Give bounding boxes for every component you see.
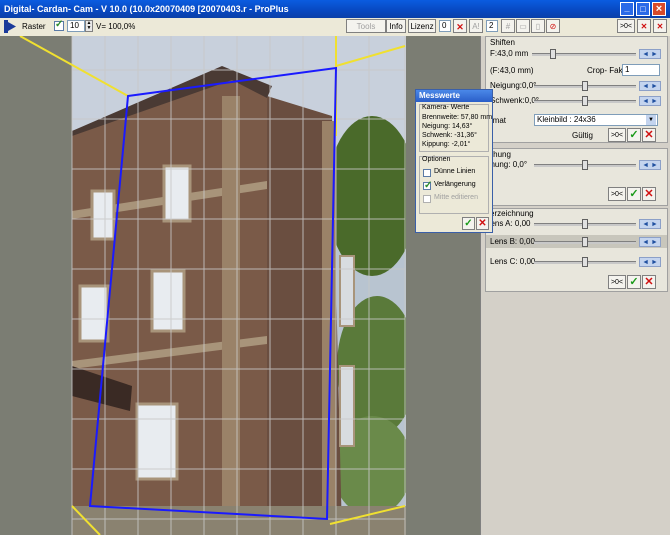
neigung-arrows[interactable]: ◄ ► [639, 81, 661, 91]
minimize-button[interactable]: _ [620, 2, 634, 16]
app-logo-icon [4, 20, 16, 33]
raster-value-input[interactable]: 10 [67, 20, 85, 32]
lens-a-arrows[interactable]: ◄ ► [639, 219, 661, 229]
messwerte-ok-icon[interactable]: ✓ [462, 217, 475, 230]
verlaengerung-label: Verlängerung [434, 181, 476, 188]
verzeichnung-reset-button[interactable]: >0< [608, 275, 626, 289]
drehung-slider[interactable] [534, 160, 636, 170]
verlaengerung-checkbox[interactable] [423, 180, 432, 191]
messwerte-title[interactable]: Messwerte [416, 90, 492, 102]
shiften-panel: Shiften F:43,0 mm ◄ ► (F:43,0 mm) Crop- … [485, 36, 668, 143]
yellow-guide-top-left [19, 36, 129, 97]
shiften-ok-icon[interactable]: ✓ [627, 128, 641, 142]
chevron-down-icon[interactable]: ▼ [646, 115, 656, 125]
f-slider[interactable] [532, 49, 636, 59]
kamera-werte-label: Kamera- Werte [422, 104, 470, 111]
lens-c-arrows[interactable]: ◄ ► [639, 257, 661, 267]
shiften-reset-button[interactable]: >0< [608, 128, 626, 142]
lizenz-button[interactable]: Lizenz [408, 19, 436, 33]
ab-icon[interactable]: A! [469, 19, 483, 33]
format-select[interactable]: Kleinbild : 24x36 [534, 114, 658, 126]
right-panel: Shiften F:43,0 mm ◄ ► (F:43,0 mm) Crop- … [480, 36, 670, 535]
window-controls: _ □ × [620, 2, 668, 16]
schwenk-value: Schwenk: -31,36° [422, 132, 477, 139]
raster-spinner[interactable]: ▲ ▼ [85, 20, 93, 32]
info-button[interactable]: Info [386, 19, 406, 33]
optionen-label: Optionen [422, 156, 451, 163]
duenne-linien-label: Dünne Linien [434, 168, 476, 175]
raster-grid-overlay [19, 36, 406, 535]
crop-factor-input[interactable]: 1 [622, 64, 660, 76]
lens-b-arrows[interactable]: ◄ ► [639, 237, 661, 247]
mitte-editieren-label: Mitte editieren [434, 194, 478, 201]
marker-icon[interactable]: ▯ [531, 19, 545, 33]
neigung-label: Neigung:0,0° [490, 81, 537, 90]
raster-checkbox[interactable] [54, 19, 64, 31]
reset-all-button[interactable]: >0< [617, 19, 635, 33]
perspective-frame [88, 66, 338, 521]
title-bar: Digital- Cardan- Cam - V 10.0 (10.0x2007… [0, 0, 670, 18]
zoom-label: V= 100,0% [96, 22, 136, 31]
drehung-panel: rehung ehung: 0,0° ◄ ► >0< ✓ ✕ [485, 148, 668, 206]
mitte-editieren-checkbox[interactable] [423, 195, 431, 203]
yellow-guide-top-right [335, 45, 406, 67]
verzeichnung-cancel-icon[interactable]: ✕ [642, 275, 656, 289]
lens-a-slider[interactable] [534, 219, 636, 229]
lens-c-label: Lens C: 0,00 [490, 257, 536, 266]
f-paren-label: (F:43,0 mm) [490, 66, 534, 75]
verzeichnung-panel: verzeichnung Lens A: 0,00 ◄ ► Lens B: 0,… [485, 208, 668, 292]
shiften-cancel-icon[interactable]: ✕ [642, 128, 656, 142]
messwerte-cancel-icon[interactable]: ✕ [476, 217, 489, 230]
verzeichnung-ok-icon[interactable]: ✓ [627, 275, 641, 289]
grid-icon[interactable]: # [501, 19, 515, 33]
cancel-x-icon[interactable]: ✕ [637, 19, 651, 33]
yellow-guide-bottom-left [71, 505, 101, 535]
neigung-slider[interactable] [534, 81, 636, 91]
yellow-guide-bottom-right [329, 505, 406, 525]
duenne-linien-checkbox[interactable] [423, 169, 431, 177]
neigung-value: Neigung: 14,63° [422, 123, 473, 130]
optionen-group: Optionen Dünne Linien Verlängerung Mitte… [419, 156, 489, 214]
schwenk-label: Schwenk:0,0° [490, 96, 540, 105]
brennweite-value: Brennweite: 57,80 mm [422, 114, 493, 121]
f-arrows[interactable]: ◄ ► [639, 49, 661, 59]
drehung-ok-icon[interactable]: ✓ [627, 187, 641, 201]
raster-label: Raster [22, 22, 46, 31]
tools-button[interactable]: Tools aben [346, 19, 386, 45]
counter-b-input[interactable]: 2 [486, 20, 498, 32]
verzeichnung-title: verzeichnung [486, 209, 534, 218]
delete-point-icon[interactable]: ✕ [453, 19, 467, 33]
kippung-value: Kippung: -2,01° [422, 141, 471, 148]
image-viewport[interactable] [0, 36, 480, 535]
lens-b-label: Lens B: 0,00 [490, 237, 535, 246]
f-label: F:43,0 mm [490, 49, 529, 58]
gueltig-label: Gültig [572, 131, 593, 140]
lens-b-slider[interactable] [534, 237, 636, 247]
maximize-button[interactable]: □ [636, 2, 650, 16]
schwenk-arrows[interactable]: ◄ ► [639, 96, 661, 106]
block-icon[interactable]: ⊘ [546, 19, 560, 33]
toolbar: Raster 10 ▲▼ V= 100,0% Tools aben Info L… [0, 18, 670, 45]
drehung-reset-button[interactable]: >0< [608, 187, 626, 201]
kamera-werte-group: Kamera- Werte Brennweite: 57,80 mm Neigu… [419, 104, 493, 152]
delete-x-icon[interactable]: ✕ [653, 19, 667, 33]
messwerte-window[interactable]: Messwerte Kamera- Werte Brennweite: 57,8… [415, 89, 493, 233]
drehung-arrows[interactable]: ◄ ► [639, 160, 661, 170]
shiften-title: Shiften [490, 38, 515, 47]
counter-a-input[interactable]: 0 [439, 20, 451, 32]
lens-c-slider[interactable] [534, 257, 636, 267]
close-button[interactable]: × [652, 2, 666, 16]
frame-icon[interactable]: ▭ [516, 19, 530, 33]
window-title: Digital- Cardan- Cam - V 10.0 (10.0x2007… [4, 4, 289, 14]
schwenk-slider[interactable] [534, 96, 636, 106]
drehung-cancel-icon[interactable]: ✕ [642, 187, 656, 201]
